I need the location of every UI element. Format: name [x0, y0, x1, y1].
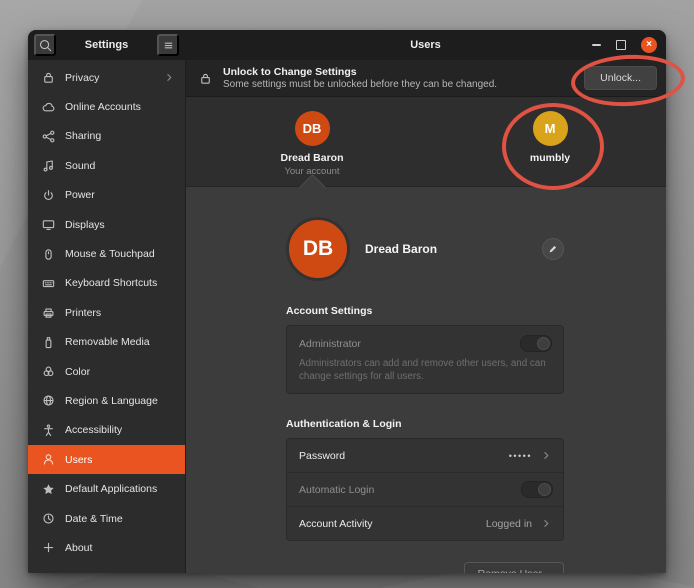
auth-login-heading: Authentication & Login: [286, 418, 564, 430]
maximize-icon[interactable]: [616, 40, 626, 50]
chevron-right-icon: [540, 449, 553, 462]
row-label: Automatic Login: [299, 484, 374, 496]
share-icon: [41, 129, 56, 144]
titlebar-main-section: Users ×: [185, 30, 666, 60]
globe-icon: [41, 393, 56, 408]
hamburger-icon: [161, 38, 176, 53]
star-icon: [41, 482, 56, 497]
close-icon[interactable]: ×: [641, 37, 657, 53]
administrator-label: Administrator: [299, 338, 361, 350]
minimize-icon[interactable]: [592, 44, 601, 46]
sidebar-item-sound[interactable]: Sound: [28, 151, 185, 180]
sidebar-item-sharing[interactable]: Sharing: [28, 122, 185, 151]
lock-icon: [198, 71, 213, 86]
sidebar-item-date-time[interactable]: Date & Time: [28, 504, 185, 533]
account-settings-heading: Account Settings: [286, 305, 564, 317]
sidebar-item-default-applications[interactable]: Default Applications: [28, 474, 185, 503]
drive-icon: [41, 335, 56, 350]
keyboard-icon: [41, 276, 56, 291]
cloud-icon: [41, 100, 56, 115]
remove-user-button[interactable]: Remove User...: [464, 562, 564, 573]
plus-icon: [41, 540, 56, 555]
sidebar-item-label: Sound: [65, 160, 95, 172]
row-value: •••••: [509, 451, 532, 461]
avatar[interactable]: DB: [295, 111, 330, 146]
lock-icon: [41, 70, 56, 85]
power-icon: [41, 188, 56, 203]
row-password[interactable]: Password •••••: [287, 439, 563, 472]
sidebar-item-label: Mouse & Touchpad: [65, 248, 155, 260]
sidebar-item-label: Date & Time: [65, 513, 123, 525]
unlock-banner-text: Unlock to Change Settings Some settings …: [223, 66, 497, 90]
sidebar-item-removable-media[interactable]: Removable Media: [28, 328, 185, 357]
sidebar-item-region-language[interactable]: Region & Language: [28, 386, 185, 415]
row-right: [521, 481, 553, 498]
profile-row: DB Dread Baron: [286, 217, 564, 281]
chevron-right-icon: [163, 71, 176, 84]
auth-login-card: Password ••••• Automatic Login Account Acti…: [286, 438, 564, 541]
sidebar-item-mouse-touchpad[interactable]: Mouse & Touchpad: [28, 239, 185, 268]
sidebar-item-label: About: [65, 542, 92, 554]
sidebar-item-accessibility[interactable]: Accessibility: [28, 416, 185, 445]
sidebar-item-label: Power: [65, 189, 95, 201]
titlebar[interactable]: Settings Users ×: [28, 30, 666, 60]
administrator-description: Administrators can add and remove other …: [299, 358, 551, 383]
user-chooser-dread-baron[interactable]: DBDread BaronYour account: [247, 111, 377, 177]
sidebar: Privacy Online Accounts Sharing Sound Power D…: [28, 60, 186, 573]
user-icon: [41, 452, 56, 467]
sidebar-item-about[interactable]: About: [28, 533, 185, 562]
display-icon: [41, 217, 56, 232]
row-right: Logged in: [486, 517, 553, 530]
menu-button[interactable]: [157, 34, 179, 56]
chevron-right-icon: [540, 517, 553, 530]
sidebar-item-label: Keyboard Shortcuts: [65, 277, 157, 289]
sidebar-item-label: Printers: [65, 307, 101, 319]
sidebar-item-label: Sharing: [65, 130, 101, 142]
sidebar-item-label: Online Accounts: [65, 101, 141, 113]
accessibility-icon: [41, 423, 56, 438]
sidebar-item-label: Region & Language: [65, 395, 158, 407]
sidebar-item-label: Displays: [65, 219, 105, 231]
titlebar-sidebar-section: Settings: [28, 30, 185, 60]
administrator-toggle[interactable]: [520, 335, 552, 352]
clock-icon: [41, 511, 56, 526]
edit-name-button[interactable]: [542, 238, 564, 260]
annotation-circle-mumbly: [502, 103, 604, 190]
sidebar-item-users[interactable]: Users: [28, 445, 185, 474]
sidebar-item-label: Removable Media: [65, 336, 150, 348]
unlock-banner-title: Unlock to Change Settings: [223, 66, 497, 78]
sidebar-item-displays[interactable]: Displays: [28, 210, 185, 239]
printer-icon: [41, 305, 56, 320]
row-automatic-login[interactable]: Automatic Login: [287, 472, 563, 506]
unlock-banner-subtitle: Some settings must be unlocked before th…: [223, 79, 497, 90]
row-label: Password: [299, 450, 345, 462]
administrator-row[interactable]: Administrator: [299, 335, 552, 352]
sidebar-item-label: Accessibility: [65, 424, 122, 436]
pencil-icon: [547, 243, 559, 255]
sidebar-item-label: Privacy: [65, 72, 99, 84]
music-note-icon: [41, 158, 56, 173]
profile-name: Dread Baron: [365, 242, 437, 256]
color-icon: [41, 364, 56, 379]
toggle-switch[interactable]: [521, 481, 553, 498]
sidebar-item-privacy[interactable]: Privacy: [28, 63, 185, 92]
row-value: Logged in: [486, 518, 532, 530]
sidebar-item-keyboard-shortcuts[interactable]: Keyboard Shortcuts: [28, 269, 185, 298]
sidebar-item-color[interactable]: Color: [28, 357, 185, 386]
mouse-icon: [41, 247, 56, 262]
avatar[interactable]: DB: [286, 217, 350, 281]
sidebar-item-online-accounts[interactable]: Online Accounts: [28, 92, 185, 121]
sidebar-item-label: Default Applications: [65, 483, 157, 495]
administrator-card: Administrator Administrators can add and…: [286, 325, 564, 394]
sidebar-item-printers[interactable]: Printers: [28, 298, 185, 327]
sidebar-item-label: Color: [65, 366, 90, 378]
sidebar-item-label: Users: [65, 454, 92, 466]
row-account-activity[interactable]: Account Activity Logged in: [287, 506, 563, 540]
row-label: Account Activity: [299, 518, 373, 530]
user-details: DB Dread Baron Account Settings Administ…: [186, 187, 666, 573]
user-name: Dread Baron: [280, 152, 343, 164]
row-right: •••••: [509, 449, 553, 462]
desktop: Settings Users × Privacy Online Accounts S…: [0, 0, 694, 588]
sidebar-item-power[interactable]: Power: [28, 181, 185, 210]
